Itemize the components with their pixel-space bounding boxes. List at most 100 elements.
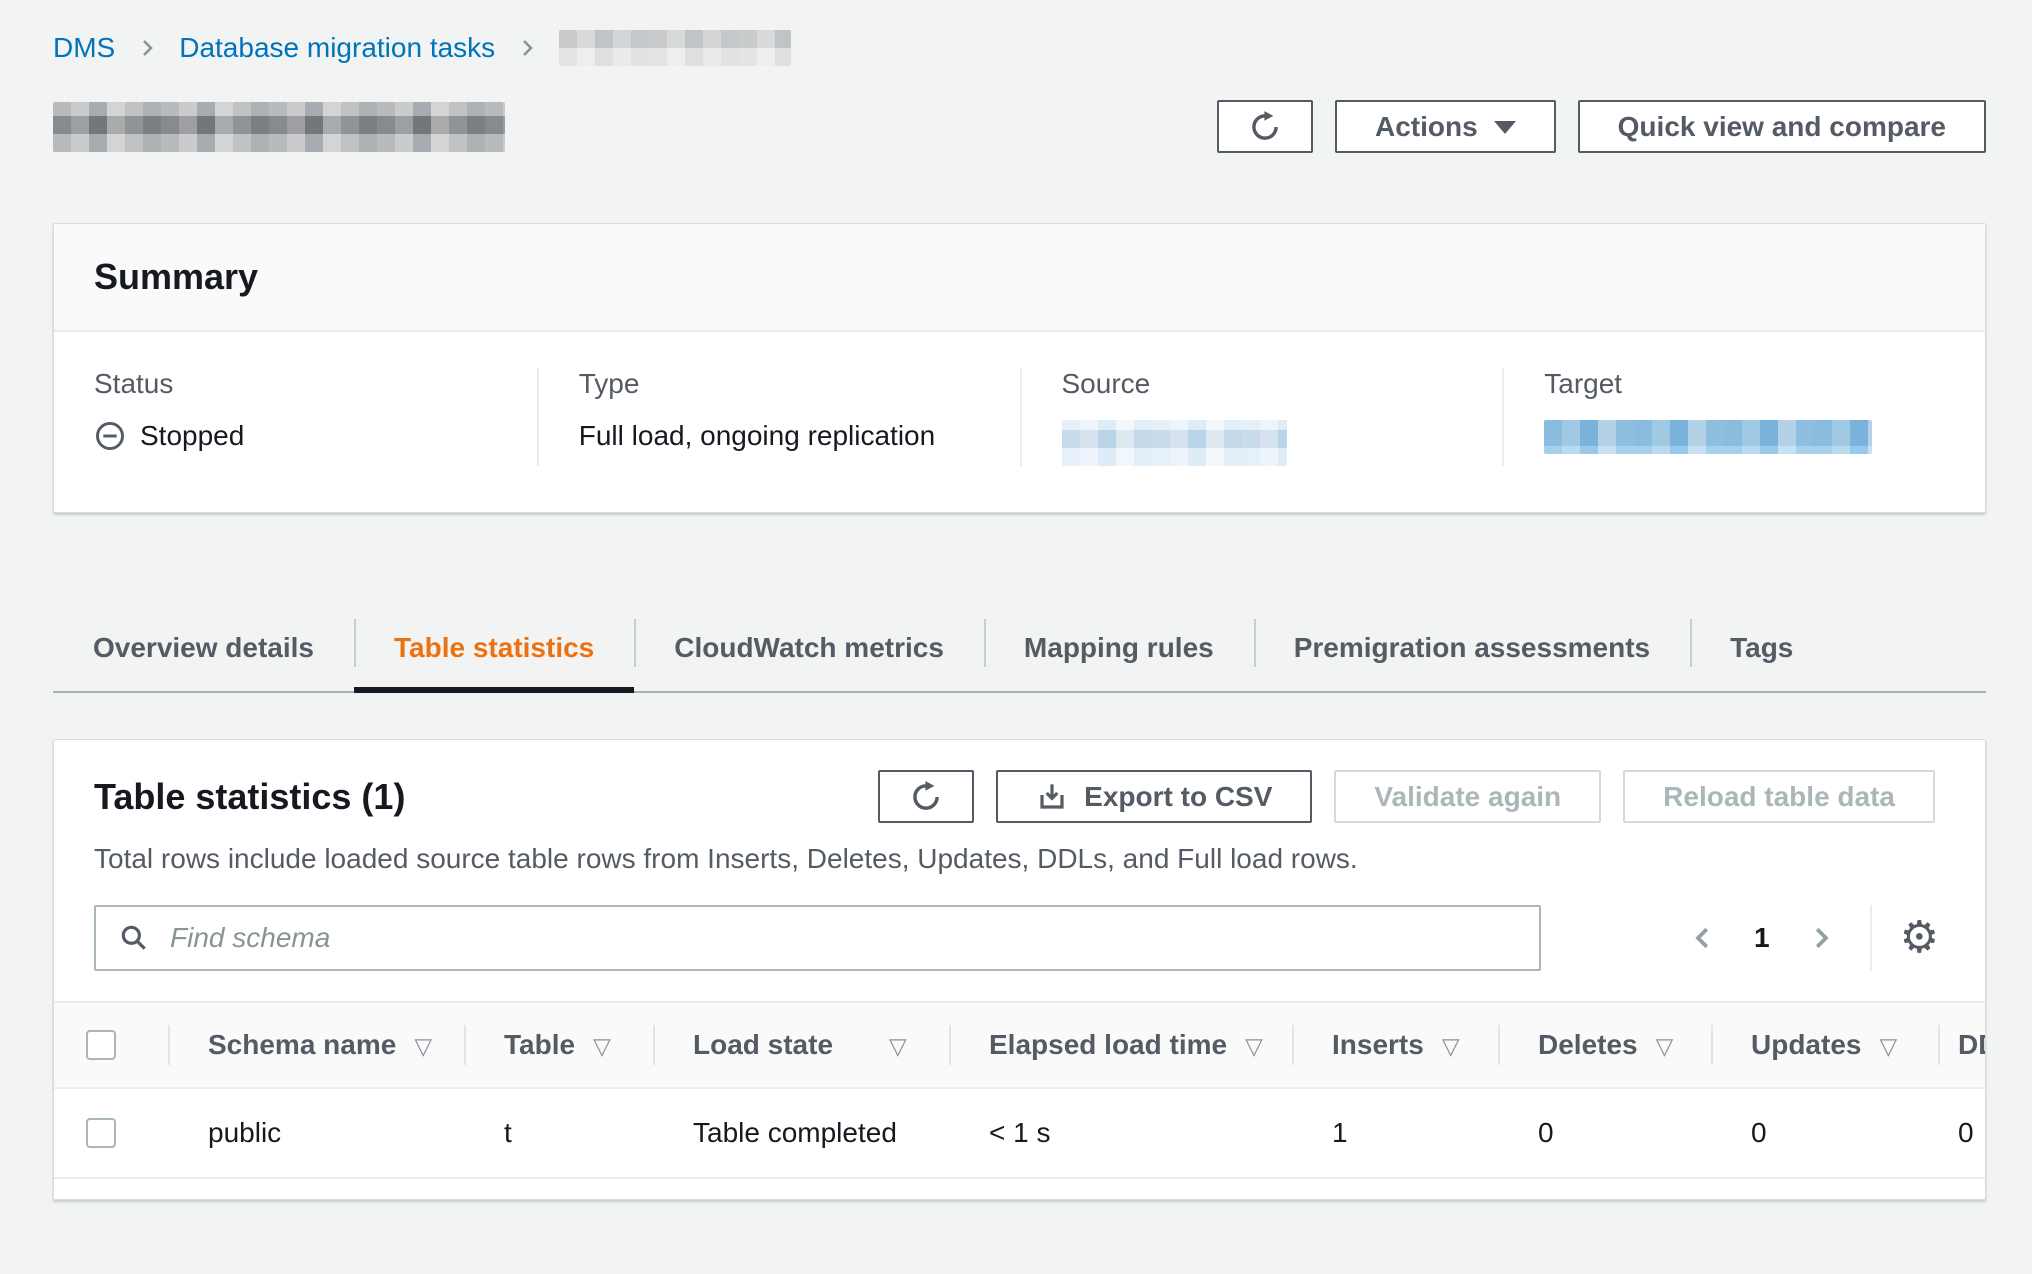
type-value: Full load, ongoing replication [579, 420, 990, 452]
previous-page-button[interactable] [1688, 923, 1718, 953]
table-refresh-button[interactable] [878, 770, 974, 823]
source-label: Source [1062, 368, 1473, 400]
column-label: Updates [1751, 1029, 1861, 1060]
column-label: Inserts [1332, 1029, 1424, 1060]
table-statistics-title: Table statistics (1) [94, 770, 405, 818]
breadcrumb: DMS Database migration tasks [53, 0, 1986, 66]
tab-premigration-assessments[interactable]: Premigration assessments [1254, 605, 1690, 691]
validate-again-button[interactable]: Validate again [1334, 770, 1601, 823]
table-statistics-buttons: Export to CSV Validate again Reload tabl… [878, 770, 1935, 823]
table-statistics-description: Total rows include loaded source table r… [54, 823, 1985, 875]
actions-button-label: Actions [1375, 111, 1478, 143]
cell-updates: 0 [1711, 1088, 1938, 1178]
tab-table-statistics[interactable]: Table statistics [354, 605, 634, 691]
summary-status: Status Stopped [54, 368, 537, 466]
source-endpoint-link-redacted[interactable] [1062, 420, 1287, 466]
task-tabs: Overview details Table statistics CloudW… [53, 605, 1986, 693]
quick-view-compare-button[interactable]: Quick view and compare [1578, 100, 1986, 153]
summary-target: Target [1502, 368, 1985, 466]
refresh-icon [1247, 109, 1283, 145]
row-checkbox[interactable] [86, 1118, 116, 1148]
chevron-left-icon [1688, 923, 1718, 953]
breadcrumb-chevron-icon [135, 36, 159, 60]
toolbar-divider [1870, 905, 1872, 971]
column-header-updates[interactable]: Updates ▽ [1711, 1002, 1938, 1088]
column-label: Load state [693, 1029, 833, 1060]
actions-button[interactable]: Actions [1335, 100, 1556, 153]
refresh-icon [908, 779, 944, 815]
export-to-csv-button[interactable]: Export to CSV [996, 770, 1312, 823]
schema-search-box [94, 905, 1541, 971]
sort-icon: ▽ [1245, 1034, 1263, 1060]
cell-ddls: 0 [1938, 1088, 1985, 1178]
cell-table: t [464, 1088, 653, 1178]
table-header-row: Schema name ▽ Table ▽ Load state ▽ Elapsed … [54, 1002, 1985, 1088]
task-name-redacted [53, 102, 505, 152]
preferences-button[interactable]: ⚙ [1900, 916, 1939, 960]
select-all-checkbox[interactable] [86, 1030, 116, 1060]
reload-table-data-button[interactable]: Reload table data [1623, 770, 1935, 823]
breadcrumb-link-dms[interactable]: DMS [53, 32, 115, 64]
quick-view-label: Quick view and compare [1618, 111, 1946, 143]
sort-icon: ▽ [889, 1034, 907, 1060]
header-buttons: Actions Quick view and compare [1217, 100, 1986, 153]
cell-schema-name: public [168, 1088, 464, 1178]
gear-icon: ⚙ [1900, 912, 1939, 963]
column-label: Elapsed load time [989, 1029, 1227, 1060]
column-header-schema-name[interactable]: Schema name ▽ [168, 1002, 464, 1088]
table-toolbar: 1 ⚙ [54, 875, 1985, 1001]
caret-down-icon [1494, 121, 1516, 134]
refresh-button[interactable] [1217, 100, 1313, 153]
pagination: 1 [1688, 922, 1836, 954]
search-icon [118, 922, 150, 954]
tab-mapping-rules[interactable]: Mapping rules [984, 605, 1254, 691]
column-header-inserts[interactable]: Inserts ▽ [1292, 1002, 1498, 1088]
column-header-elapsed-load-time[interactable]: Elapsed load time ▽ [949, 1002, 1292, 1088]
column-label: Schema name [208, 1029, 396, 1060]
column-header-load-state[interactable]: Load state ▽ [653, 1002, 949, 1088]
stop-icon [94, 420, 126, 452]
chevron-right-icon [1806, 923, 1836, 953]
current-page-number: 1 [1754, 922, 1770, 954]
sort-icon: ▽ [1656, 1034, 1674, 1060]
sort-icon: ▽ [1879, 1034, 1897, 1060]
summary-type: Type Full load, ongoing replication [537, 368, 1020, 466]
table-statistics-table: Schema name ▽ Table ▽ Load state ▽ Elapsed … [54, 1001, 1985, 1179]
search-input[interactable] [168, 921, 1517, 955]
column-label: DDLs [1958, 1029, 1985, 1060]
validate-label: Validate again [1374, 781, 1561, 813]
tab-cloudwatch-metrics[interactable]: CloudWatch metrics [634, 605, 984, 691]
cell-load-state: Table completed [653, 1088, 949, 1178]
cell-elapsed-load-time: < 1 s [949, 1088, 1292, 1178]
cell-deletes: 0 [1498, 1088, 1711, 1178]
breadcrumb-current-redacted [559, 30, 791, 66]
status-label: Status [94, 368, 507, 400]
summary-source: Source [1020, 368, 1503, 466]
column-header-deletes[interactable]: Deletes▽ [1498, 1002, 1711, 1088]
page-header: Actions Quick view and compare [53, 100, 1986, 153]
summary-card: Summary Status Stopped [53, 223, 1986, 513]
cell-inserts: 1 [1292, 1088, 1498, 1178]
table-statistics-card: Table statistics (1) [53, 739, 1986, 1200]
download-icon [1036, 781, 1068, 813]
column-header-table[interactable]: Table ▽ [464, 1002, 653, 1088]
tab-tags[interactable]: Tags [1690, 605, 1833, 691]
next-page-button[interactable] [1806, 923, 1836, 953]
column-label: Table [504, 1029, 575, 1060]
breadcrumb-link-tasks[interactable]: Database migration tasks [179, 32, 495, 64]
sort-icon: ▽ [1442, 1034, 1460, 1060]
summary-body: Status Stopped Type Full load, ongoing [54, 332, 1985, 512]
sort-icon: ▽ [414, 1034, 432, 1060]
breadcrumb-chevron-icon [515, 36, 539, 60]
summary-title: Summary [54, 224, 1985, 332]
tab-overview-details[interactable]: Overview details [53, 605, 354, 691]
sort-icon: ▽ [593, 1034, 611, 1060]
target-label: Target [1544, 368, 1955, 400]
type-label: Type [579, 368, 990, 400]
dms-task-page: DMS Database migration tasks [0, 0, 2032, 1274]
export-label: Export to CSV [1084, 781, 1272, 813]
target-endpoint-link-redacted[interactable] [1544, 420, 1872, 454]
column-header-ddls[interactable]: DDLs [1938, 1002, 1985, 1088]
status-value: Stopped [140, 420, 244, 452]
card-bottom-padding [54, 1179, 1985, 1199]
